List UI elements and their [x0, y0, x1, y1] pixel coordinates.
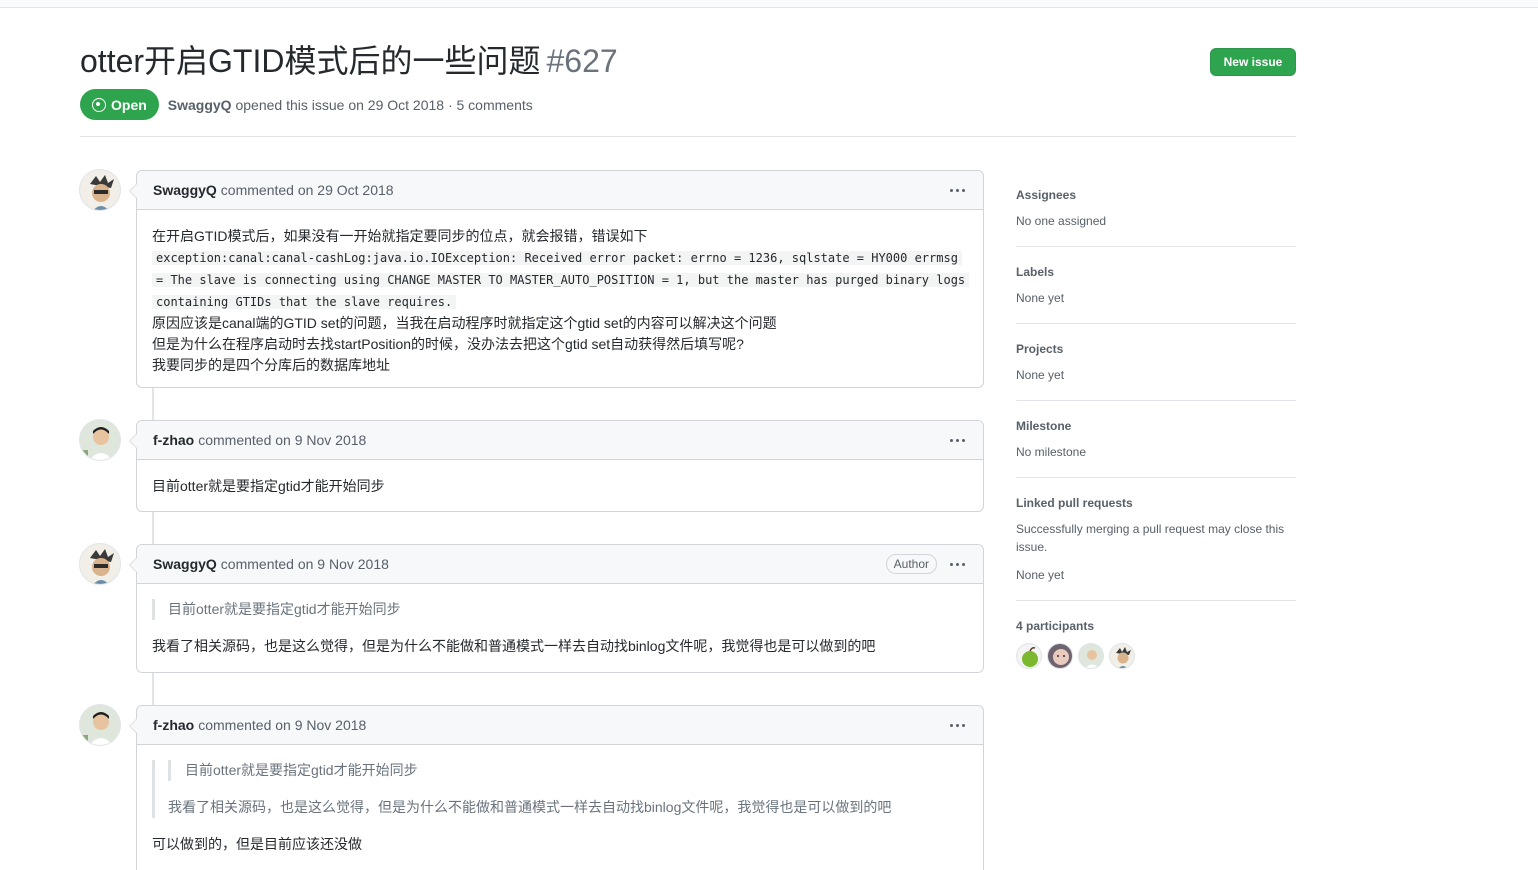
blockquote: 目前otter就是要指定gtid才能开始同步: [152, 599, 968, 620]
participant-avatar[interactable]: [1078, 643, 1104, 669]
sidebar-heading[interactable]: Labels: [1016, 263, 1296, 281]
comment-header: SwaggyQ commented on 29 Oct 2018: [137, 171, 983, 210]
issue-header: otter开启GTID模式后的一些问题 #627 New issue: [80, 40, 1296, 82]
quote-line: 目前otter就是要指定gtid才能开始同步: [168, 601, 401, 617]
sidebar-value: No one assigned: [1016, 214, 1107, 228]
comment-body: 目前otter就是要指定gtid才能开始同步 我看了相关源码，也是这么觉得，但是…: [137, 745, 983, 870]
issue-meta-text: SwaggyQ opened this issue on 29 Oct 2018…: [168, 97, 533, 113]
issue-meta: Open SwaggyQ opened this issue on 29 Oct…: [80, 89, 533, 120]
comment-header: f-zhao commented on 9 Nov 2018: [137, 421, 983, 460]
sidebar-projects: Projects None yet: [1016, 324, 1296, 401]
comment-header: f-zhao commented on 9 Nov 2018: [137, 706, 983, 745]
comment-line: 我要同步的是四个分库后的数据库地址: [152, 357, 390, 373]
avatar[interactable]: [79, 169, 121, 211]
sidebar-value: None yet: [1016, 368, 1065, 382]
sidebar-heading[interactable]: Linked pull requests: [1016, 494, 1296, 512]
kebab-menu-icon[interactable]: [947, 180, 967, 200]
issue-title: otter开启GTID模式后的一些问题 #627: [80, 40, 1296, 82]
header-divider: [80, 136, 1296, 137]
participant-avatar[interactable]: [1109, 643, 1135, 669]
comment-3: SwaggyQ commented on 9 Nov 2018 Author 目…: [129, 544, 984, 673]
quote-line: 目前otter就是要指定gtid才能开始同步: [185, 762, 418, 778]
comment-4: f-zhao commented on 9 Nov 2018 目前otter就是…: [129, 705, 984, 870]
comment-line: 目前otter就是要指定gtid才能开始同步: [152, 478, 385, 494]
sidebar-description: Successfully merging a pull request may …: [1016, 522, 1285, 554]
comment-body: 目前otter就是要指定gtid才能开始同步: [137, 460, 983, 513]
timeline-connector: [152, 673, 154, 705]
sidebar-heading[interactable]: Milestone: [1016, 417, 1296, 435]
comment-timestamp[interactable]: commented on 9 Nov 2018: [221, 556, 389, 572]
comment-timestamp[interactable]: commented on 9 Nov 2018: [198, 432, 366, 448]
comment-line: 原因应该是canal端的GTID set的问题，当我在启动程序时就指定这个gti…: [152, 315, 777, 331]
swaggyq-avatar-icon: [80, 544, 120, 584]
sidebar-participants: 4 participants: [1016, 601, 1296, 685]
comment-timestamp[interactable]: commented on 29 Oct 2018: [221, 182, 394, 198]
status-label: Open: [111, 96, 147, 113]
comment-author-link[interactable]: SwaggyQ: [153, 556, 217, 572]
code-line: exception:canal:canal-cashLog:java.io.IO…: [152, 251, 962, 265]
issue-number: #627: [546, 43, 618, 79]
comment-author-link[interactable]: SwaggyQ: [153, 182, 217, 198]
nested-blockquote: 目前otter就是要指定gtid才能开始同步: [168, 760, 968, 781]
comment-header: SwaggyQ commented on 9 Nov 2018 Author: [137, 545, 983, 584]
avatar[interactable]: [79, 704, 121, 746]
avatar[interactable]: [79, 543, 121, 585]
apple-avatar-icon: [1017, 644, 1041, 668]
comment-timestamp[interactable]: commented on 9 Nov 2018: [198, 717, 366, 733]
comment-body: 在开启GTID模式后，如果没有一开始就指定要同步的位点，就会报错，错误如下 ex…: [137, 210, 983, 392]
new-issue-button[interactable]: New issue: [1210, 48, 1296, 76]
participant-avatars: [1016, 643, 1296, 669]
issue-sidebar: Assignees No one assigned Labels None ye…: [1016, 170, 1296, 685]
status-badge: Open: [80, 89, 159, 120]
comment-line: 但是为什么在程序启动时去找startPosition的时候，没办法去把这个gti…: [152, 336, 744, 352]
quote-line: 我看了相关源码，也是这么觉得，但是为什么不能做和普通模式一样去自动找binlog…: [168, 799, 892, 815]
comment-line: 可以做到的，但是目前应该还没做: [152, 836, 362, 852]
f-zhao-avatar-icon: [1079, 644, 1103, 668]
comment-author-link[interactable]: f-zhao: [153, 432, 194, 448]
sidebar-value: No milestone: [1016, 445, 1087, 459]
kebab-menu-icon[interactable]: [947, 715, 967, 735]
comment-line: 我看了相关源码，也是这么觉得，但是为什么不能做和普通模式一样去自动找binlog…: [152, 638, 876, 654]
issue-title-text: otter开启GTID模式后的一些问题: [80, 43, 541, 79]
swaggyq-avatar-icon: [80, 170, 120, 210]
comment-1: SwaggyQ commented on 29 Oct 2018 在开启GTID…: [129, 170, 984, 388]
code-line: = The slave is connecting using CHANGE M…: [152, 273, 970, 287]
top-nav-edge: [0, 0, 1538, 8]
sidebar-heading[interactable]: Projects: [1016, 340, 1296, 358]
issue-opened-text: opened this issue on 29 Oct 2018 · 5 com…: [235, 96, 533, 113]
baby-avatar-icon: [1048, 644, 1072, 668]
kebab-menu-icon[interactable]: [947, 554, 967, 574]
f-zhao-avatar-icon: [80, 705, 120, 745]
blockquote: 目前otter就是要指定gtid才能开始同步 我看了相关源码，也是这么觉得，但是…: [152, 760, 968, 818]
author-badge: Author: [885, 554, 937, 574]
sidebar-milestone: Milestone No milestone: [1016, 401, 1296, 478]
comment-author-link[interactable]: f-zhao: [153, 717, 194, 733]
avatar[interactable]: [79, 419, 121, 461]
issue-author-link[interactable]: SwaggyQ: [168, 97, 232, 113]
participant-avatar[interactable]: [1047, 643, 1073, 669]
issue-opened-icon: [92, 97, 106, 112]
sidebar-linked-prs: Linked pull requests Successfully mergin…: [1016, 478, 1296, 601]
comment-2: f-zhao commented on 9 Nov 2018 目前otter就是…: [129, 420, 984, 513]
comment-line: 在开启GTID模式后，如果没有一开始就指定要同步的位点，就会报错，错误如下: [152, 228, 648, 244]
sidebar-value: None yet: [1016, 291, 1065, 305]
kebab-menu-icon[interactable]: [947, 430, 967, 450]
sidebar-labels: Labels None yet: [1016, 247, 1296, 324]
sidebar-value: None yet: [1016, 568, 1065, 582]
comment-body: 目前otter就是要指定gtid才能开始同步 我看了相关源码，也是这么觉得，但是…: [137, 584, 983, 673]
sidebar-assignees: Assignees No one assigned: [1016, 170, 1296, 247]
swaggyq-avatar-icon: [1110, 644, 1134, 668]
code-line: containing GTIDs that the slave requires…: [152, 295, 457, 309]
error-code-block: exception:canal:canal-cashLog:java.io.IO…: [152, 247, 970, 313]
timeline-connector: [152, 388, 154, 420]
sidebar-heading[interactable]: Assignees: [1016, 186, 1296, 204]
sidebar-heading: 4 participants: [1016, 619, 1095, 633]
timeline-connector: [152, 512, 154, 544]
f-zhao-avatar-icon: [80, 420, 120, 460]
participant-avatar[interactable]: [1016, 643, 1042, 669]
